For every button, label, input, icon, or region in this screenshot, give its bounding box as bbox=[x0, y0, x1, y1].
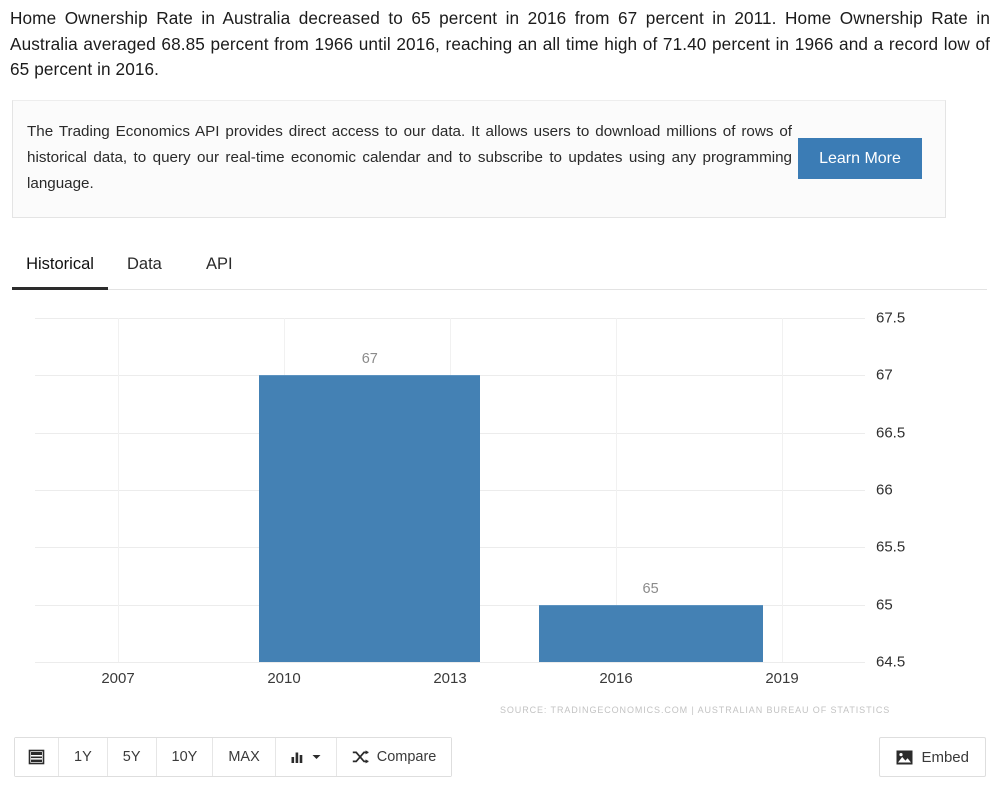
y-axis-tick-label: 66 bbox=[876, 481, 893, 499]
api-promo-text: The Trading Economics API provides direc… bbox=[27, 123, 792, 192]
chart-bar-value-label: 65 bbox=[642, 580, 659, 597]
toolbar-chart-type-button[interactable] bbox=[275, 738, 337, 776]
x-axis-tick-label: 2007 bbox=[101, 670, 135, 687]
image-icon bbox=[896, 750, 913, 765]
x-axis-tick-label: 2010 bbox=[267, 670, 301, 687]
y-axis-tick-label: 65 bbox=[876, 596, 893, 614]
toolbar-compare-button[interactable]: Compare bbox=[336, 738, 452, 776]
toolbar-range-max[interactable]: MAX bbox=[213, 738, 276, 776]
x-axis-tick-label: 2019 bbox=[765, 670, 799, 687]
gridline-vertical bbox=[782, 318, 783, 662]
learn-more-button[interactable]: Learn More bbox=[798, 138, 922, 179]
list-icon bbox=[28, 749, 45, 765]
bar-chart-icon bbox=[291, 750, 306, 764]
tab-historical[interactable]: Historical bbox=[12, 245, 108, 290]
page-root: Home Ownership Rate in Australia decreas… bbox=[0, 0, 1000, 802]
chart-bar[interactable] bbox=[259, 375, 481, 662]
chart-toolbar[interactable]: 1Y 5Y 10Y MAX Compare bbox=[14, 737, 453, 777]
toolbar-compare-label: Compare bbox=[376, 749, 437, 765]
tab-bar: Historical Data API bbox=[12, 245, 987, 290]
toolbar-range-10y[interactable]: 10Y bbox=[156, 738, 214, 776]
shuffle-icon bbox=[352, 750, 369, 764]
y-axis-tick-label: 64.5 bbox=[876, 653, 906, 671]
tab-api[interactable]: API bbox=[204, 245, 235, 290]
chevron-down-icon bbox=[312, 754, 321, 760]
toolbar-range-1y[interactable]: 1Y bbox=[59, 738, 108, 776]
gridline-horizontal bbox=[35, 662, 865, 663]
api-promo-box: The Trading Economics API provides direc… bbox=[12, 100, 946, 218]
chart-source-attribution: SOURCE: TRADINGECONOMICS.COM | AUSTRALIA… bbox=[500, 705, 891, 715]
y-axis-tick-label: 67.5 bbox=[876, 309, 906, 327]
x-axis-tick-label: 2016 bbox=[599, 670, 633, 687]
gridline-vertical bbox=[118, 318, 119, 662]
chart-panel[interactable]: 67 65 67.5 67 66.5 66 65.5 65 64.5 2007 2010 2013… bbox=[0, 296, 1000, 721]
embed-label: Embed bbox=[921, 748, 969, 766]
chart-plot-area[interactable]: 67 65 bbox=[35, 318, 865, 663]
chart-bar[interactable] bbox=[538, 604, 763, 662]
y-axis-tick-label: 67 bbox=[876, 366, 893, 384]
y-axis-tick-label: 66.5 bbox=[876, 424, 906, 442]
toolbar-list-button[interactable] bbox=[15, 738, 59, 776]
y-axis-tick-label: 65.5 bbox=[876, 538, 906, 556]
tab-data[interactable]: Data bbox=[125, 245, 164, 290]
x-axis-tick-label: 2013 bbox=[433, 670, 467, 687]
toolbar-range-5y[interactable]: 5Y bbox=[107, 738, 157, 776]
embed-button[interactable]: Embed bbox=[879, 737, 986, 777]
chart-bar-value-label: 67 bbox=[361, 351, 378, 368]
page-summary-text: Home Ownership Rate in Australia decreas… bbox=[10, 8, 990, 79]
